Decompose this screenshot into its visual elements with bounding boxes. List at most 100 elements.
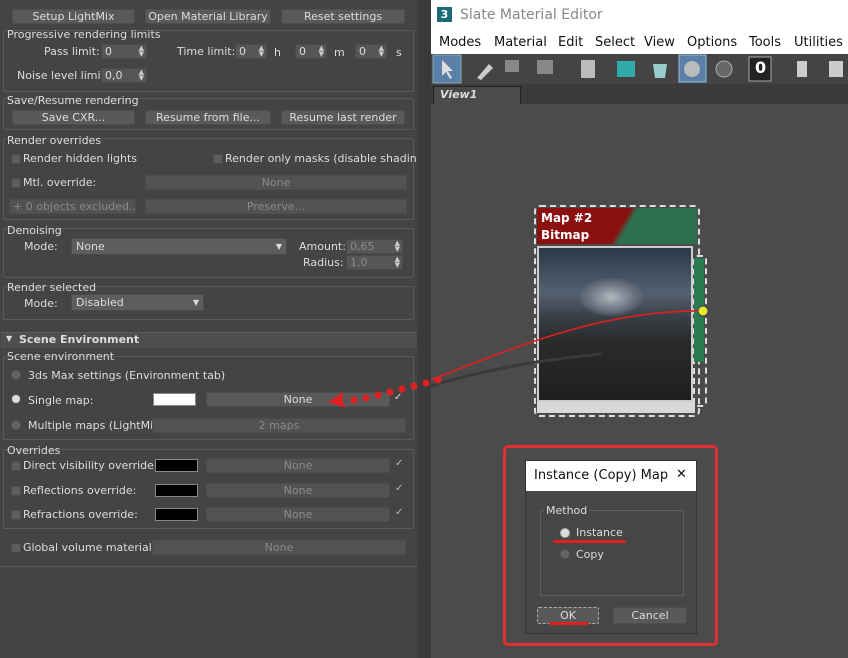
instance-radio[interactable] <box>560 528 570 538</box>
spinner-arrows-icon: ▲ ▼ <box>378 44 384 58</box>
save-cxr-button[interactable]: Save CXR... <box>12 110 135 125</box>
direct-visibility-map-button[interactable]: None <box>206 458 390 473</box>
env-multiple-maps-button[interactable]: 2 maps <box>152 418 406 433</box>
env-3ds-max-radio[interactable] <box>11 370 21 380</box>
refractions-swatch[interactable] <box>155 508 198 521</box>
connect-icon <box>829 61 843 77</box>
render-selected-mode-dropdown[interactable]: Disabled ▼ <box>71 294 204 311</box>
setup-lightmix-button[interactable]: Setup LightMix <box>12 9 135 24</box>
panel-bottom-divider <box>0 566 417 567</box>
reset-settings-button[interactable]: Reset settings <box>281 9 405 24</box>
hours-unit: h <box>274 46 281 59</box>
connection-wire <box>431 305 709 388</box>
menu-tools[interactable]: Tools <box>749 35 781 50</box>
delete-icon <box>581 60 595 78</box>
global-volume-label: Global volume material: <box>23 541 156 554</box>
instance-label: Instance <box>576 526 623 539</box>
zero-button-label[interactable]: 0 <box>755 58 766 77</box>
pass-limit-spinner[interactable]: 0 ▲ ▼ <box>101 44 147 59</box>
eyedropper-icon <box>477 64 493 80</box>
render-hidden-lights-checkbox[interactable] <box>11 154 21 164</box>
instance-underline <box>553 540 626 543</box>
global-volume-button[interactable]: None <box>152 540 406 555</box>
objects-excluded-button[interactable]: + 0 objects excluded... <box>9 199 136 214</box>
dialog-close-icon[interactable]: ✕ <box>676 467 687 482</box>
panel-splitter[interactable] <box>420 0 431 658</box>
noise-level-label: Noise level limit: <box>17 69 109 82</box>
hours-spinner[interactable]: 0 ▲ ▼ <box>235 44 267 59</box>
mtl-override-checkbox[interactable] <box>11 178 21 188</box>
amount-label: Amount: <box>299 240 346 253</box>
direct-visibility-swatch[interactable] <box>155 459 198 472</box>
denoising-mode-dropdown[interactable]: None ▼ <box>71 238 287 255</box>
denoising-title: Denoising <box>7 224 62 237</box>
menu-material[interactable]: Material <box>494 35 547 50</box>
render-selected-mode-value: Disabled <box>76 296 124 309</box>
checker-icon <box>684 61 700 77</box>
rollout-collapse-icon: ▼ <box>6 334 13 343</box>
layout-icon <box>617 61 635 77</box>
menu-edit[interactable]: Edit <box>558 35 583 50</box>
preserve-button[interactable]: Preserve... <box>145 199 407 214</box>
minutes-value: 0 <box>299 45 306 58</box>
env-color-swatch[interactable] <box>153 393 196 406</box>
refractions-checkbox[interactable] <box>11 510 21 520</box>
render-overrides-title: Render overrides <box>7 134 102 147</box>
toolbar-icons <box>432 54 843 84</box>
node-title: Map #2 <box>541 211 593 225</box>
objects-excluded-label: 0 objects excluded... <box>25 200 136 213</box>
global-volume-checkbox[interactable] <box>11 543 21 553</box>
menu-select[interactable]: Select <box>595 35 635 50</box>
chevron-down-icon: ▼ <box>275 242 282 251</box>
mtl-override-button[interactable]: None <box>145 175 407 190</box>
reflections-swatch[interactable] <box>155 484 198 497</box>
app-icon: 3 <box>437 7 452 22</box>
checkmark-icon[interactable]: ✓ <box>395 458 403 469</box>
open-material-library-button[interactable]: Open Material Library <box>145 9 271 24</box>
minutes-spinner[interactable]: 0 ▲ ▼ <box>295 44 327 59</box>
copy-radio[interactable] <box>560 549 570 559</box>
menu-utilities[interactable]: Utilities <box>794 35 843 50</box>
checkmark-icon[interactable]: ✓ <box>395 483 403 494</box>
menu-modes[interactable]: Modes <box>439 35 481 50</box>
denoising-mode-label: Mode: <box>24 240 58 253</box>
reflections-map-button[interactable]: None <box>206 483 390 498</box>
spinner-arrows-icon: ▲ ▼ <box>138 44 144 58</box>
put-material-icon <box>505 60 519 72</box>
spinner-arrows-icon: ▲ ▼ <box>318 44 324 58</box>
spinner-arrows-icon: ▲ ▼ <box>258 44 264 58</box>
spinner-arrows-icon: ▲ ▼ <box>394 239 400 253</box>
tab-view1-label: View1 <box>440 88 478 101</box>
copy-label: Copy <box>576 548 604 561</box>
refractions-map-button[interactable]: None <box>206 507 390 522</box>
render-settings-panel: Setup LightMix Open Material Library Res… <box>0 0 428 658</box>
env-multiple-maps-radio[interactable] <box>11 420 21 430</box>
env-single-map-label: Single map: <box>28 394 94 407</box>
amount-spinner[interactable]: 0,65 ▲ ▼ <box>346 239 403 254</box>
menu-options[interactable]: Options <box>687 35 737 50</box>
scene-environment-title: Scene environment <box>7 350 115 363</box>
seconds-spinner[interactable]: 0 ▲ ▼ <box>355 44 387 59</box>
cancel-button[interactable]: Cancel <box>613 607 687 624</box>
reflections-checkbox[interactable] <box>11 486 21 496</box>
denoising-mode-value: None <box>76 240 105 253</box>
noise-level-spinner[interactable]: 0,0 ▲ ▼ <box>101 68 147 83</box>
render-only-masks-label: Render only masks (disable shading) <box>225 152 429 165</box>
render-only-masks-checkbox[interactable] <box>213 154 223 164</box>
resume-from-file-button[interactable]: Resume from file... <box>145 110 271 125</box>
tab-view1[interactable]: View1 <box>433 86 521 104</box>
refractions-label: Refractions override: <box>23 508 138 521</box>
direct-visibility-checkbox[interactable] <box>11 461 21 471</box>
pass-limit-label: Pass limit: <box>44 45 100 58</box>
node-subtitle: Bitmap <box>541 228 590 242</box>
env-single-map-radio[interactable] <box>11 394 21 404</box>
radius-spinner[interactable]: 1,0 ▲ ▼ <box>346 255 403 270</box>
env-multiple-maps-label: Multiple maps (LightMix): <box>28 419 168 432</box>
mtl-override-label: Mtl. override: <box>23 176 97 189</box>
assign-material-icon <box>537 60 553 74</box>
menu-view[interactable]: View <box>644 35 675 50</box>
render-selected-mode-label: Mode: <box>24 297 58 310</box>
resume-last-render-button[interactable]: Resume last render <box>281 110 405 125</box>
render-hidden-lights-label: Render hidden lights <box>23 152 137 165</box>
checkmark-icon[interactable]: ✓ <box>395 507 403 518</box>
